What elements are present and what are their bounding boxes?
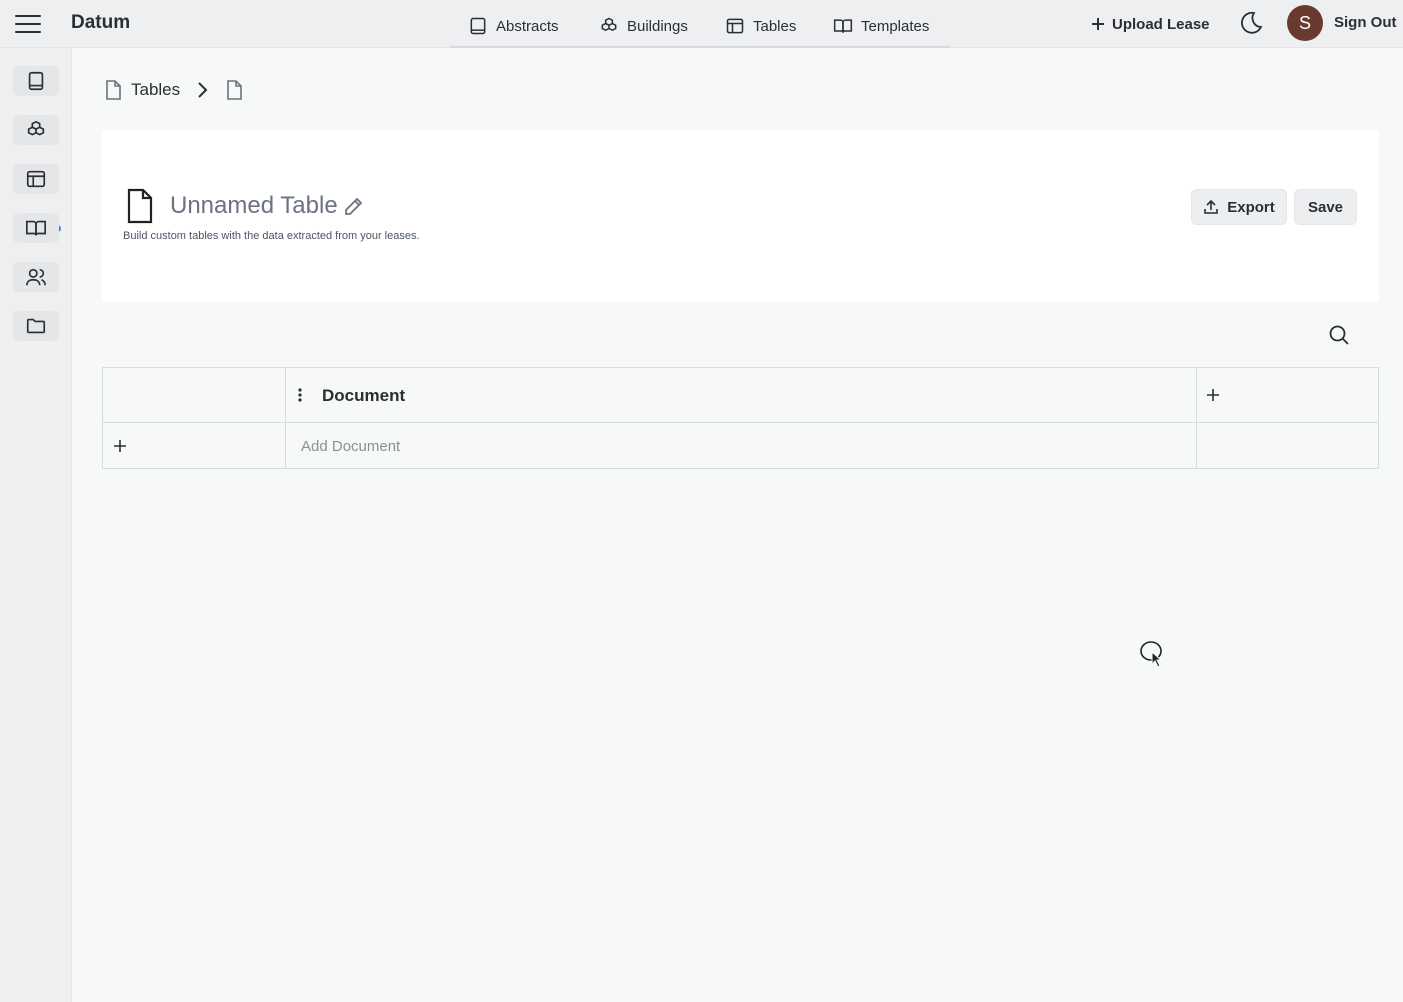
- table-header-card: Unnamed Table Build custom tables with t…: [102, 130, 1379, 302]
- column-divider: [1196, 368, 1197, 468]
- add-document-cell[interactable]: Add Document: [301, 438, 400, 455]
- cubes-icon: [27, 120, 45, 136]
- sign-out-button[interactable]: Sign Out: [1334, 14, 1397, 31]
- open-book-icon: [26, 220, 46, 236]
- sidebar-item-buildings[interactable]: [13, 115, 59, 145]
- nav-label: Templates: [861, 17, 930, 35]
- breadcrumb: Tables: [103, 78, 244, 102]
- column-header-document[interactable]: Document: [322, 386, 405, 406]
- nav-label: Abstracts: [496, 17, 559, 35]
- moon-icon[interactable]: [1237, 9, 1265, 37]
- hamburger-menu-icon[interactable]: [14, 12, 42, 36]
- nav-item-abstracts[interactable]: Abstracts: [468, 14, 559, 38]
- open-book-icon: [833, 19, 853, 33]
- export-label: Export: [1227, 198, 1275, 216]
- row-divider: [103, 422, 1378, 423]
- nav-item-buildings[interactable]: Buildings: [599, 14, 688, 38]
- cubes-icon: [601, 17, 617, 32]
- upload-icon: [1204, 199, 1219, 214]
- nav-item-tables[interactable]: Tables: [725, 14, 796, 38]
- plus-icon: [1092, 18, 1104, 30]
- folder-icon: [26, 318, 46, 334]
- sidebar-item-users[interactable]: [13, 262, 59, 292]
- export-button[interactable]: Export: [1191, 189, 1287, 225]
- sidebar-item-abstracts[interactable]: [13, 66, 59, 96]
- mouse-cursor-icon: [1140, 641, 1163, 668]
- sidebar-item-tables[interactable]: [13, 164, 59, 194]
- page-title[interactable]: Unnamed Table: [170, 192, 338, 220]
- sidebar: [0, 48, 72, 1002]
- add-row-plus-icon[interactable]: [111, 436, 129, 456]
- sidebar-item-templates[interactable]: [13, 213, 59, 243]
- breadcrumb-label: Tables: [131, 80, 181, 99]
- document-icon: [127, 188, 153, 224]
- book-icon: [470, 17, 486, 35]
- table-icon: [726, 18, 744, 34]
- upload-lease-button[interactable]: Upload Lease: [1091, 12, 1210, 36]
- add-column-plus-icon[interactable]: [1204, 385, 1222, 405]
- main-nav: Abstracts Buildings Tables Templates: [450, 0, 950, 48]
- nav-item-templates[interactable]: Templates: [833, 14, 929, 38]
- users-icon: [26, 268, 46, 286]
- chevron-right-icon: [198, 82, 208, 98]
- column-menu-icon[interactable]: [292, 385, 308, 405]
- nav-label: Buildings: [627, 17, 688, 35]
- breadcrumb-tables-link[interactable]: Tables: [103, 79, 180, 101]
- table-icon: [26, 170, 46, 188]
- top-bar: Datum Abstracts Buildings Tables Templat…: [0, 0, 1403, 48]
- file-icon[interactable]: [224, 79, 244, 101]
- sidebar-item-files[interactable]: [13, 311, 59, 341]
- save-button[interactable]: Save: [1294, 189, 1357, 225]
- page-subtitle: Build custom tables with the data extrac…: [123, 230, 420, 242]
- column-divider: [285, 368, 286, 468]
- file-icon: [106, 80, 121, 100]
- nav-label: Tables: [753, 17, 797, 35]
- avatar[interactable]: S: [1287, 5, 1323, 41]
- pencil-edit-icon[interactable]: [342, 196, 364, 218]
- data-table: Document Add Document: [102, 367, 1379, 469]
- upload-lease-label: Upload Lease: [1112, 15, 1210, 33]
- book-icon: [28, 71, 44, 91]
- search-icon[interactable]: [1327, 323, 1351, 347]
- brand-title[interactable]: Datum: [71, 12, 130, 34]
